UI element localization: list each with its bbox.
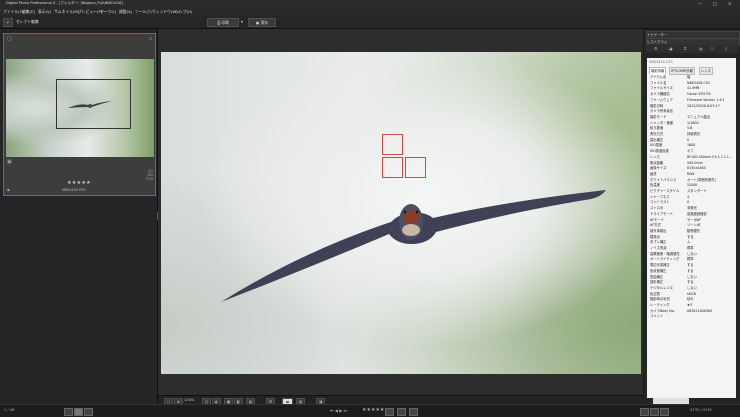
view-mode-label: セレクト編集 [16,19,39,24]
minimize-button[interactable]: — [698,1,702,6]
print-dropdown-button[interactable]: ▾ [239,18,245,25]
sliders-icon[interactable]: ⚙ [654,46,658,51]
info-icon[interactable]: ⓘ [710,46,714,52]
printer-icon: ⎙ [217,20,221,25]
menu-help[interactable]: ヘルプ(H) [175,9,192,15]
layout-button-2[interactable] [650,408,659,416]
status-bar: 1 / 48 ⏮ ◀ ▶ ⏭ ★★★★★ 4735 / 4735 [0,404,740,417]
af-point-frame [382,157,403,178]
save-label: 保存 [260,20,269,25]
print-button[interactable]: ⎙ 印刷 [207,18,239,27]
histogram-header-label: ヒストグラム [647,40,668,44]
tool-tabs: ⚙ ◕ ⌗ ▤ ⓘ ⇩ [646,45,738,53]
single-view-icon: ▬ [285,399,290,404]
check-mark-3[interactable] [409,408,418,416]
view-mode-single-button[interactable] [74,408,83,416]
panel-icon: ◨ [318,399,323,404]
view-mode-compare-button[interactable] [84,408,93,416]
multi-view-icon: ▤ [298,399,303,404]
info-row: コメント [650,314,734,320]
status-page-info: 4735 / 4735 [690,408,712,412]
menu-tools[interactable]: ツール(T) [135,9,152,15]
back-button[interactable]: ↶ [3,18,13,27]
menu-view[interactable]: 表示(V) [38,9,51,15]
status-rating[interactable]: ★★★★★ [362,407,384,413]
chevron-down-icon: ▾ [241,19,243,24]
crop-icon[interactable]: ⌗ [684,46,686,51]
status-left: 1 / 48 [4,408,15,412]
palette-icon[interactable]: ◕ [669,46,673,51]
close-button[interactable]: ✕ [728,1,731,6]
preview-image[interactable] [161,52,641,374]
tab-iptc-xmp[interactable]: IPTC/XMP情報 [669,67,695,75]
af-point-frame [382,134,403,155]
save-button[interactable]: ▣ 保存 [248,18,276,27]
zoom-icon[interactable]: ⌕ [149,36,152,42]
view-mode-grid-button[interactable] [64,408,73,416]
info-panel: NBK3428.CR3 撮影情報 IPTC/XMP情報 レンズ アイテム名撮ファ… [647,58,736,398]
navigator-header-label: ナビゲーター [647,33,668,37]
layout-button-3[interactable] [660,408,669,416]
info-panel-title: NBK3428.CR3 [649,60,673,64]
thumbnail-filename: NBK3428.CR3 [62,188,86,192]
thumbnail-card[interactable]: ▢ ⌕ ▣ ▪ 1/1 ISO F5.6 ★★★★★ NBK3428.CR3 [3,33,156,196]
zoom-in-icon: ⊕ [177,399,180,404]
menu-preview[interactable]: プレビュー(P) [78,9,102,15]
window-title: Digital Photo Professional 4 - [フォルダー: \… [6,1,123,5]
highlight-icon: ◐ [214,399,219,404]
tab-lens[interactable]: レンズ [699,67,713,75]
thumbnail-meta: 1/1 ISO F5.6 [146,169,153,181]
zoom-level[interactable]: 100% [184,398,194,402]
menu-thumbnail[interactable]: サムネイル(M) [54,9,79,15]
toolbar: ↶ セレクト編集 ⎙ 印刷 ▾ ▣ 保存 [0,15,740,29]
menu-edit[interactable]: 編集(E) [22,9,35,15]
layout-button-1[interactable] [640,408,649,416]
af-point-icon: ◫ [204,399,209,404]
layout-icon: ▥ [248,399,253,404]
menu-file[interactable]: ファイル(F) [3,9,23,15]
fit-icon: ⛶ [167,399,170,404]
menu-window[interactable]: ウィンドウ(W) [152,9,178,15]
thumbnail-rating[interactable]: ★★★★★ [67,180,91,186]
export-icon[interactable]: ⇩ [724,46,727,51]
af-point-frame [405,157,426,178]
info-key: コメント [650,314,664,319]
maximize-button[interactable]: □ [713,1,717,6]
edit-mark-icon: ▪ [7,187,10,192]
menu-adjust[interactable]: 調整(A) [119,9,132,15]
check-mark-1[interactable] [385,408,394,416]
print-label: 印刷 [221,20,229,25]
bird-in-flight [221,190,606,302]
thumbnail-meta-line: F5.6 [146,177,153,181]
nav-prev-next-icons[interactable]: ⏮ ◀ ▶ ⏭ [330,408,347,413]
save-icon: ▣ [255,20,260,25]
thumbnail-bird [68,101,112,108]
thumbnail-menu-icon[interactable]: ▢ [7,36,12,42]
layers-icon[interactable]: ▤ [699,46,703,51]
grid-icon: ▦ [226,399,231,404]
list-icon: ☰ [268,399,273,404]
check-mark-2[interactable] [397,408,406,416]
compare-icon: ◧ [236,399,241,404]
check-icon[interactable]: ▣ [7,159,12,165]
tab-shooting-info[interactable]: 撮影情報 [649,67,667,75]
menu-mark[interactable]: マーク(L) [100,9,116,15]
thumbnail-image[interactable] [6,59,154,157]
